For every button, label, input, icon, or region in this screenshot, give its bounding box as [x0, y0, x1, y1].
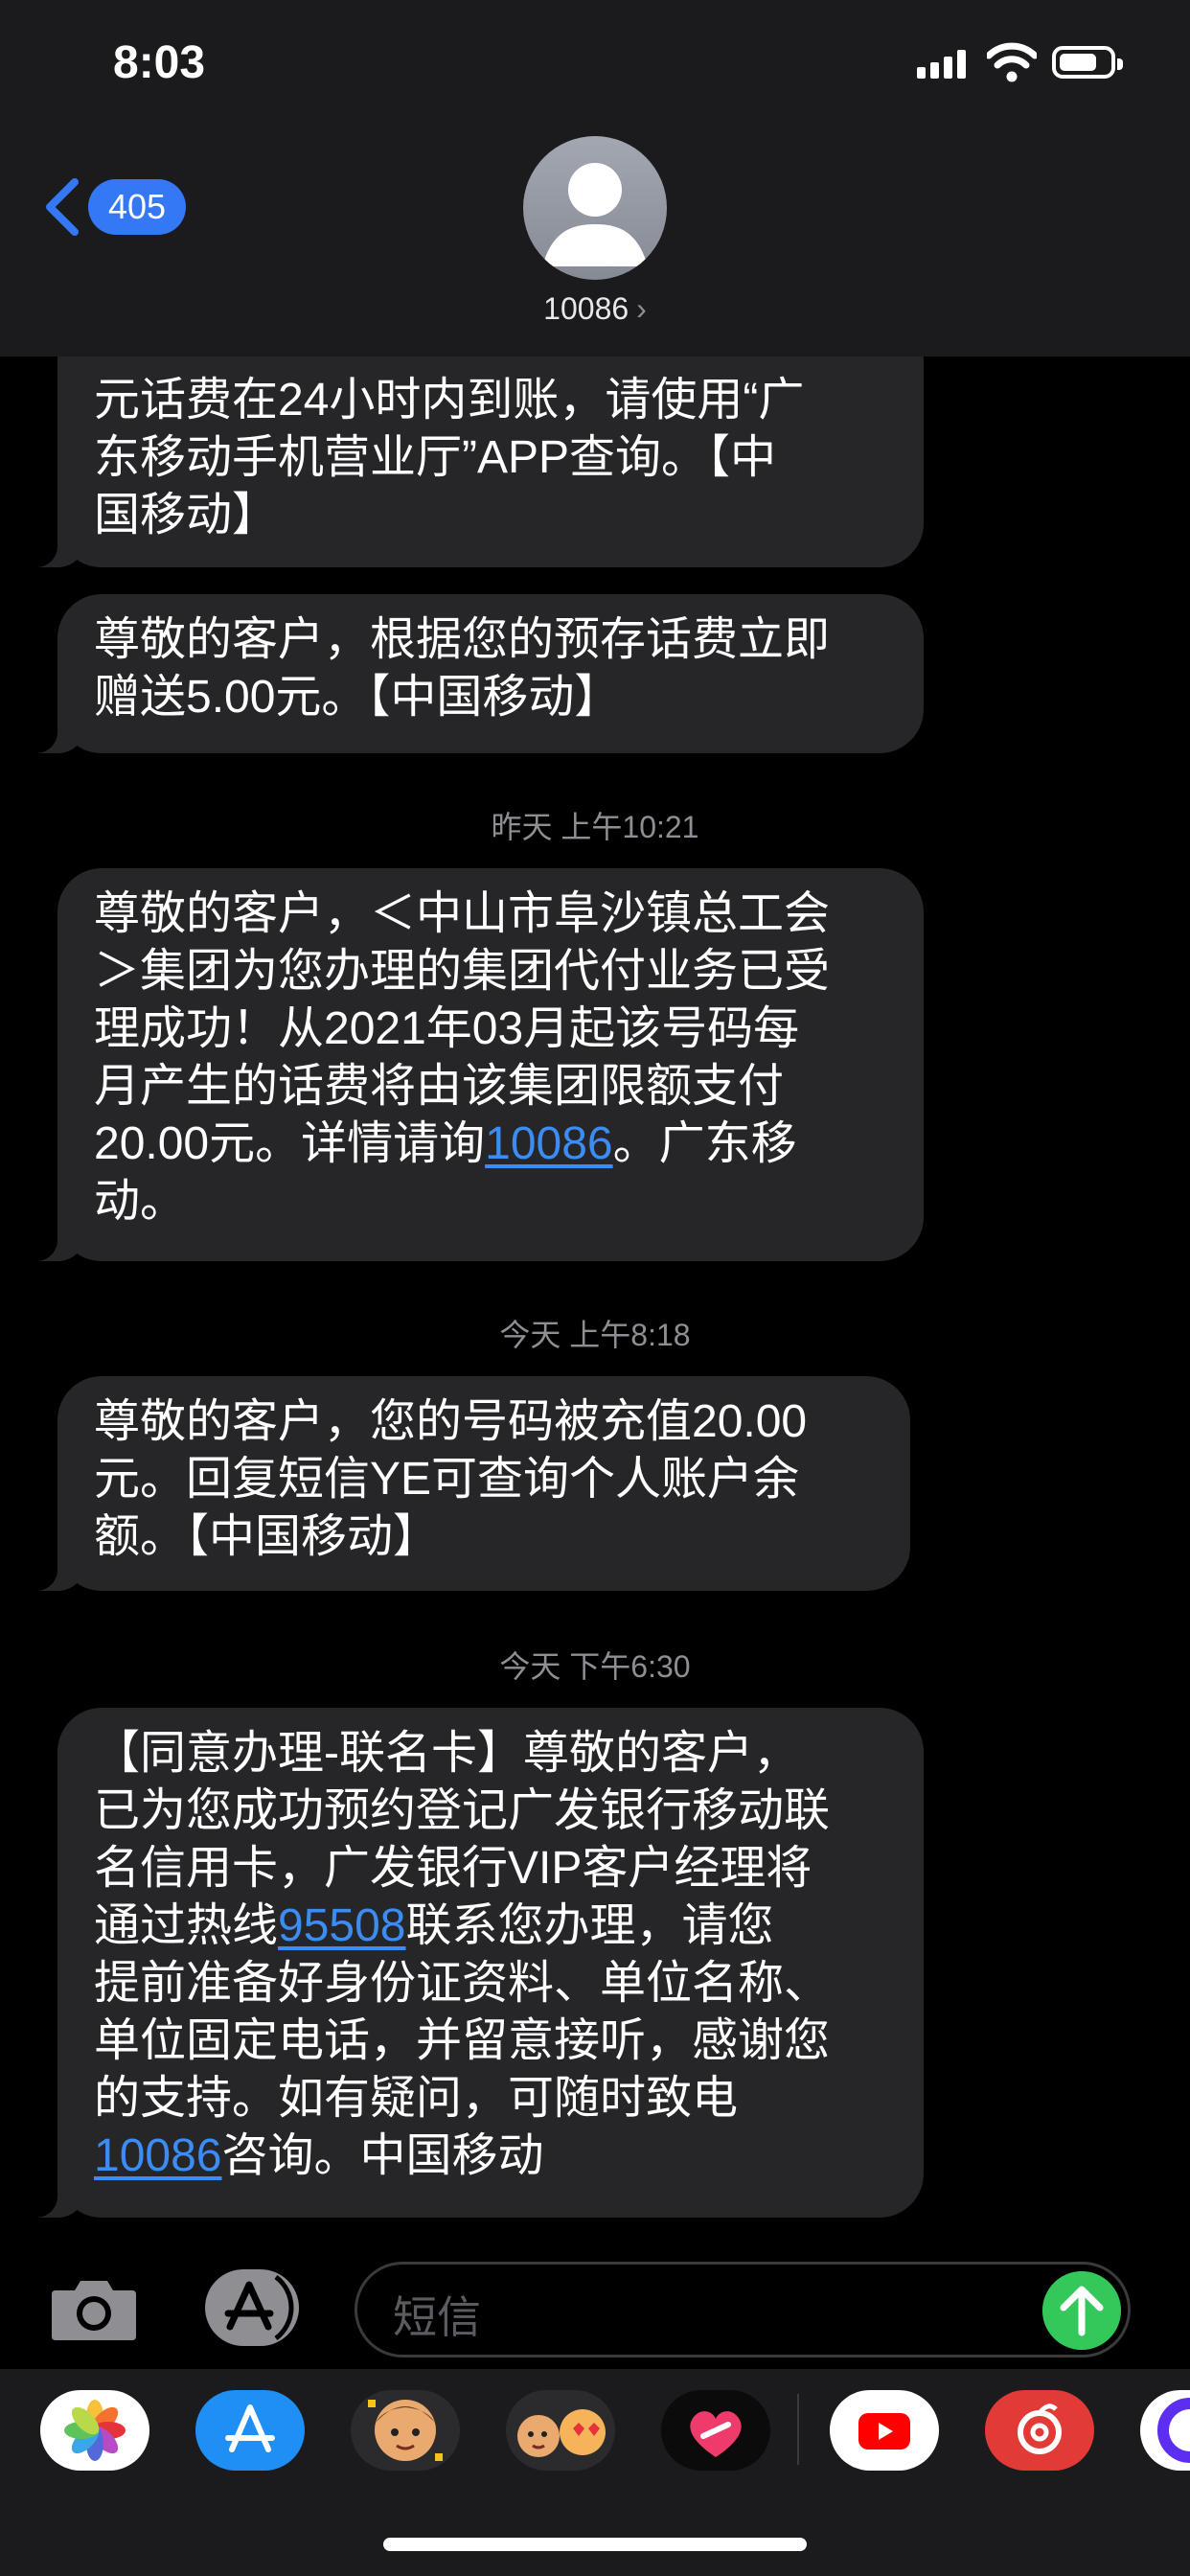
battery-icon: [1052, 46, 1123, 79]
digital-touch-icon[interactable]: [661, 2390, 770, 2471]
message-line: 东移动手机营业厅”APP查询。【中: [94, 432, 777, 483]
person-icon: [542, 163, 648, 266]
contact-avatar[interactable]: [523, 136, 667, 280]
message-line: 尊敬的客户，根据您的预存话费立即: [94, 614, 831, 665]
conversation-header: 8:03 405 10086 ›: [0, 0, 1190, 356]
message-line: 名信用卡，广发银行VIP客户经理将: [94, 1843, 812, 1894]
youtube-icon[interactable]: [830, 2390, 939, 2471]
contact-number: 10086: [543, 291, 629, 326]
message-line: 已为您成功预约登记广发银行移动联: [94, 1785, 831, 1836]
message-line: 10086咨询。中国移动: [94, 2130, 544, 2181]
cellular-signal-icon: [917, 48, 969, 79]
message-line: 额。【中国移动】: [94, 1511, 440, 1562]
message-line: 单位固定电话，并留意接听，感谢您: [94, 2015, 831, 2066]
camera-icon[interactable]: [48, 2273, 140, 2342]
unread-count-badge[interactable]: 405: [88, 179, 186, 235]
message-line: 提前准备好身份证资料、单位名称、: [94, 1958, 831, 2009]
message-line: 20.00元。详情请询10086。广东移: [94, 1118, 797, 1169]
message-line: 【同意办理-联名卡】尊敬的客户，: [94, 1728, 799, 1779]
chevron-right-icon: ›: [636, 291, 647, 326]
message-line: 元。回复短信YE可查询个人账户余: [94, 1454, 800, 1505]
message-line: 通过热线95508联系您办理，请您: [94, 1900, 774, 1951]
message-line: 赠送5.00元。【中国移动】: [94, 672, 621, 723]
message-line: 尊敬的客户，您的号码被充值20.00: [94, 1396, 808, 1447]
message-bubble[interactable]: 【同意办理-联名卡】尊敬的客户， 已为您成功预约登记广发银行移动联 名信用卡，广…: [27, 1708, 924, 2218]
phone-link[interactable]: 95508: [278, 1900, 405, 1951]
photos-icon[interactable]: [40, 2390, 149, 2471]
message-bubble[interactable]: 尊敬的客户，您的号码被充值20.00 元。回复短信YE可查询个人账户余 额。【中…: [27, 1376, 910, 1591]
contact-name[interactable]: 10086 ›: [0, 291, 1190, 327]
message-input-placeholder: 短信: [393, 2292, 481, 2342]
timestamp: 今天 上午8:18: [499, 1318, 691, 1352]
wifi-icon: [987, 42, 1037, 82]
memoji-icon[interactable]: [351, 2390, 460, 2471]
status-time: 8:03: [113, 37, 206, 88]
message-line: 的支持。如有疑问，可随时致电: [94, 2073, 739, 2124]
netease-music-icon[interactable]: [985, 2390, 1094, 2471]
message-line: 月产生的话费将由该集团限额支付: [94, 1061, 785, 1112]
animoji-icon[interactable]: [506, 2390, 615, 2471]
app-store-icon[interactable]: [195, 2390, 305, 2471]
send-arrow-icon[interactable]: [1042, 2271, 1121, 2350]
message-line: 尊敬的客户，＜中山市阜沙镇总工会: [94, 888, 831, 939]
phone-link[interactable]: 10086: [94, 2130, 221, 2181]
message-line: ＞集团为您办理的集团代付业务已受: [94, 946, 831, 997]
home-indicator[interactable]: [383, 2538, 807, 2551]
message-bubble[interactable]: 尊敬的客户，根据您的预存话费立即 赠送5.00元。【中国移动】: [27, 594, 924, 753]
message-line: 国移动】: [94, 490, 279, 540]
timestamp: 今天 下午6:30: [499, 1649, 691, 1684]
drawer-divider: [797, 2394, 799, 2465]
back-chevron-icon[interactable]: [40, 176, 86, 238]
message-line: 理成功！从2021年03月起该号码每: [94, 1003, 800, 1054]
message-line: 元话费在24小时内到账，请使用“广: [94, 375, 805, 426]
phone-link[interactable]: 10086: [485, 1118, 612, 1169]
apps-button-icon[interactable]: [201, 2266, 303, 2350]
message-bubble[interactable]: 尊敬的客户，＜中山市阜沙镇总工会 ＞集团为您办理的集团代付业务已受 理成功！从2…: [27, 868, 924, 1261]
message-line: 动。: [94, 1176, 187, 1227]
timestamp: 昨天 上午10:21: [491, 810, 699, 844]
